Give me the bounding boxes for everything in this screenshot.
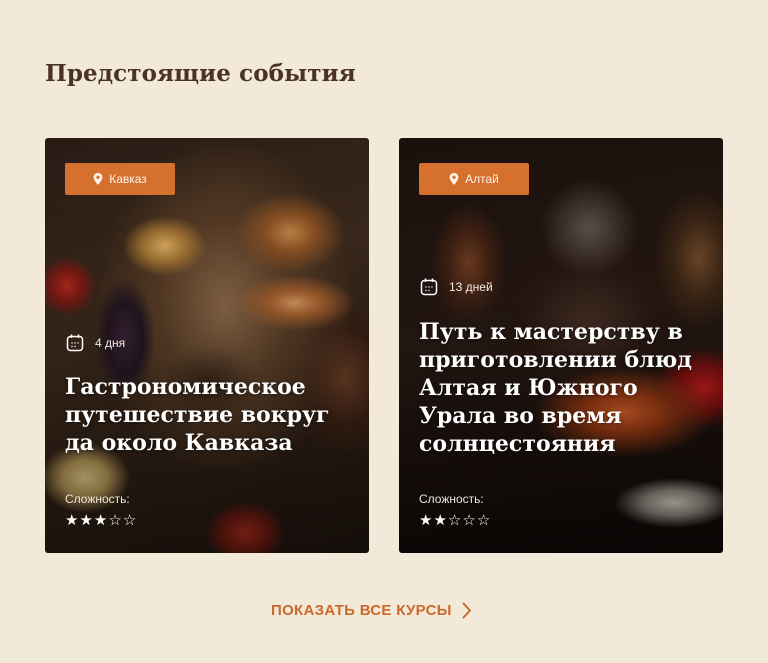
- event-card-altai[interactable]: Алтай 13 дней Путь к мастерству в пригот…: [399, 138, 723, 553]
- difficulty-label: Сложность:: [65, 492, 130, 506]
- star-empty-icon: ☆: [447, 511, 462, 529]
- show-all-label: ПОКАЗАТЬ ВСЕ КУРСЫ: [271, 602, 452, 619]
- section-title: Предстоящие события: [45, 60, 356, 87]
- map-pin-icon: [449, 173, 459, 185]
- location-label: Алтай: [465, 172, 499, 186]
- difficulty-label: Сложность:: [419, 492, 484, 506]
- event-title[interactable]: Путь к мастерству в приготовлении блюд А…: [419, 318, 707, 458]
- difficulty-rating: ★ ★ ★ ☆ ☆: [65, 511, 136, 529]
- star-filled-icon: ★: [433, 511, 447, 529]
- chevron-right-icon: [462, 602, 472, 619]
- star-empty-icon: ☆: [122, 511, 137, 529]
- calendar-icon: [419, 277, 439, 297]
- duration: 4 дня: [65, 333, 125, 353]
- duration-label: 13 дней: [449, 280, 493, 294]
- duration-label: 4 дня: [95, 336, 126, 350]
- star-empty-icon: ☆: [462, 511, 476, 529]
- star-empty-icon: ☆: [476, 511, 491, 529]
- event-title[interactable]: Гастрономическое путешествие вокруг да о…: [65, 373, 353, 457]
- location-badge: Алтай: [419, 163, 529, 195]
- location-badge: Кавказ: [65, 163, 175, 195]
- star-filled-icon: ★: [93, 511, 108, 529]
- show-all-courses-link[interactable]: ПОКАЗАТЬ ВСЕ КУРСЫ: [271, 602, 472, 619]
- map-pin-icon: [93, 173, 103, 185]
- star-filled-icon: ★: [79, 511, 93, 529]
- difficulty-rating: ★ ★ ☆ ☆ ☆: [419, 511, 490, 529]
- calendar-icon: [65, 333, 85, 353]
- star-filled-icon: ★: [65, 511, 79, 529]
- event-card-caucasus[interactable]: Кавказ 4 дня Гастрономическое путешестви…: [45, 138, 369, 553]
- duration: 13 дней: [419, 277, 493, 297]
- location-label: Кавказ: [109, 172, 147, 186]
- star-filled-icon: ★: [419, 511, 433, 529]
- star-empty-icon: ☆: [108, 511, 122, 529]
